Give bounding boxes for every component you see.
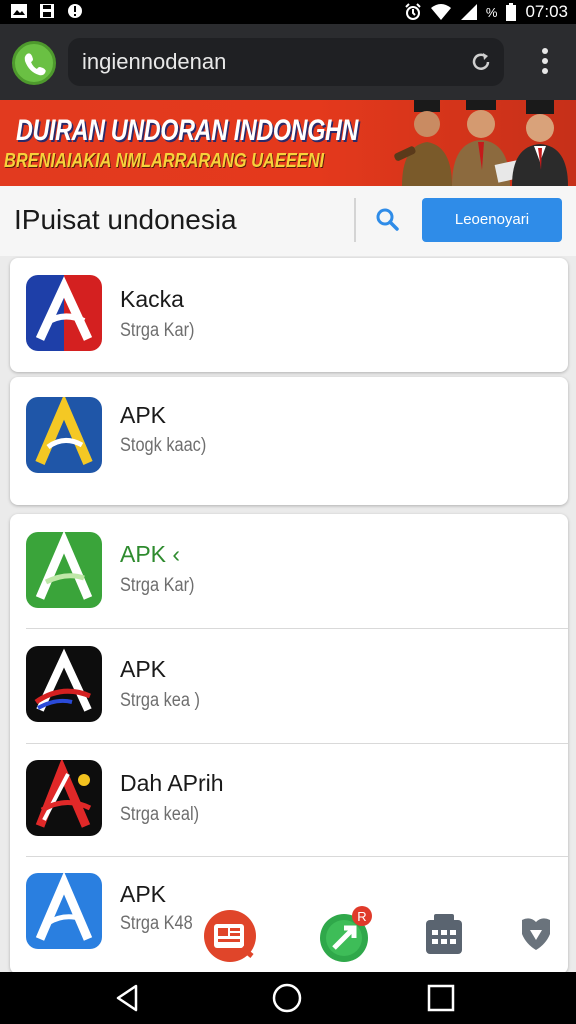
list-item[interactable]: APK Strga K48 [10,857,568,974]
more-vert-icon[interactable] [534,48,556,78]
alarm-icon [405,3,421,20]
app-logo-yellow [26,397,102,473]
news-app-icon[interactable] [202,908,258,964]
app-subtitle: Strga Kar) [120,575,195,596]
app-card[interactable]: APK Stogk kaac) [10,377,568,505]
list-item[interactable]: Dah APrih Strga keal) [10,744,568,856]
list-item[interactable]: APK Strga kea ) [10,629,568,743]
clock: 07:03 [525,2,568,21]
app-subtitle: Strga kea ) [120,690,200,711]
recents-icon[interactable] [425,982,457,1014]
calendar-app-icon[interactable] [424,912,464,956]
app-logo-red-blue [26,275,102,351]
app-name: Kacka [120,286,184,312]
banner-subtitle: BRENIAIAKIA NMLARRARANG UAEEENI [4,150,325,172]
site-title: IPuisat undonesia [14,204,237,235]
app-logo-blue [26,873,102,949]
app-name: APK [120,881,167,907]
app-subtitle: Stogk kaac) [120,435,207,456]
reload-icon[interactable] [470,51,492,73]
app-name: APK ‹ [120,541,181,567]
screen: % 07:03 ingiennodenan DUIRAN UNDORAN IND… [0,0,576,1024]
banner-people-image [394,100,568,186]
app-name: APK [120,402,167,428]
image-icon [11,4,27,18]
browser-toolbar: ingiennodenan [0,24,576,100]
arrow-app-icon[interactable]: R [318,904,376,964]
notification-badge: R [357,909,366,924]
app-name: Dah APrih [120,770,224,796]
app-name: APK [120,656,167,682]
app-subtitle: Strga keal) [120,804,200,825]
divider [354,198,356,242]
system-nav-bar [0,972,576,1024]
login-button[interactable]: Leoenoyari [422,198,562,242]
home-icon[interactable] [271,982,303,1014]
address-bar[interactable]: ingiennodenan [68,38,504,86]
app-list-card: APK ‹ Strga Kar) APK Strga kea ) Dah APr… [10,514,568,974]
app-logo-dark-red-2 [26,760,102,836]
banner-title: DUIRAN UNDORAN INDONGHN [16,114,359,147]
battery-percent: % [485,4,498,20]
wifi-icon [430,4,451,20]
site-header: IPuisat undonesia Leoenoyari [0,186,576,256]
app-logo-green [26,532,102,608]
battery-icon [506,3,517,21]
app-subtitle: Strga Kar) [120,320,195,341]
promo-banner[interactable]: DUIRAN UNDORAN INDONGHN BRENIAIAKIA NMLA… [0,100,576,186]
app-subtitle: Strga K48 [120,913,193,934]
shield-app-icon[interactable] [518,914,554,952]
save-icon [40,4,54,18]
alert-icon [68,4,82,18]
app-logo-dark-red [26,646,102,722]
phone-logo-icon[interactable] [12,41,56,85]
search-icon[interactable] [374,206,400,232]
signal-icon [460,4,477,20]
app-card[interactable]: Kacka Strga Kar) [10,258,568,372]
list-item[interactable]: APK ‹ Strga Kar) [10,514,568,628]
url-text: ingiennodenan [82,49,227,74]
status-bar: % 07:03 [0,0,576,24]
back-icon[interactable] [112,982,144,1014]
